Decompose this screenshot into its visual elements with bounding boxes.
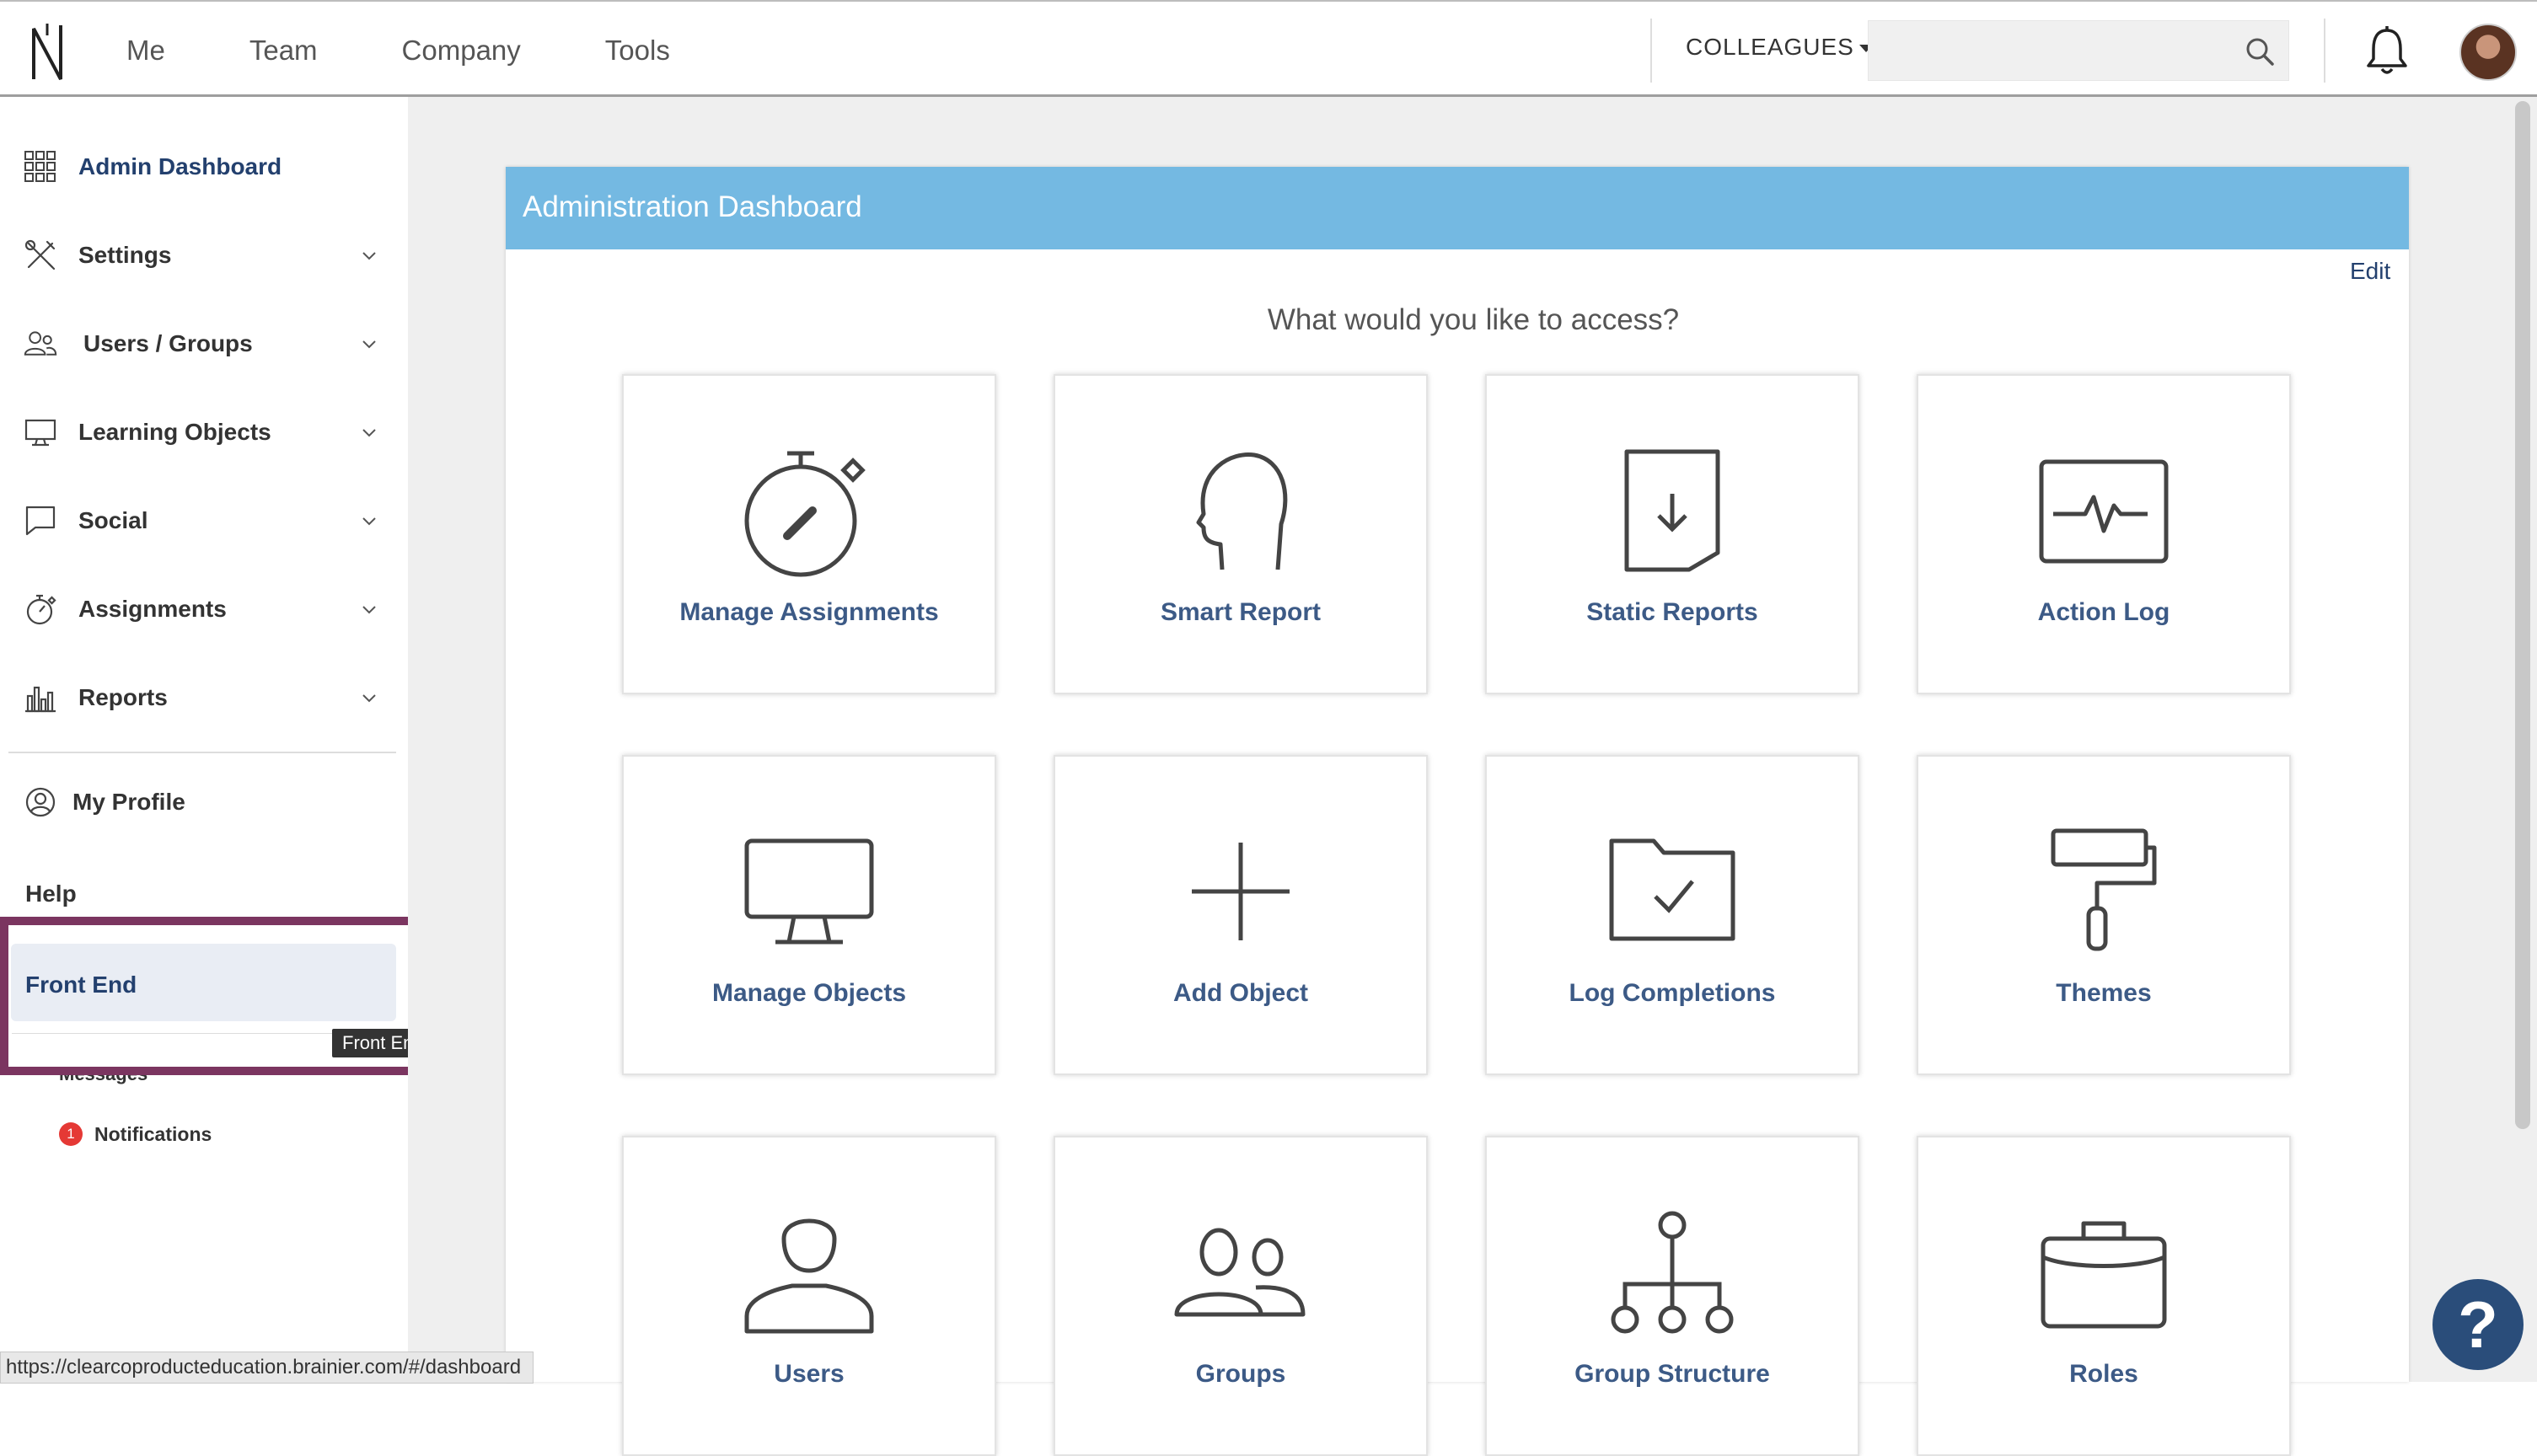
hierarchy-icon bbox=[1611, 1211, 1734, 1334]
search-box bbox=[1868, 20, 2289, 81]
brand-logo[interactable] bbox=[25, 20, 69, 84]
tile-groups[interactable]: Groups bbox=[1054, 1136, 1428, 1456]
tile-label: Smart Report bbox=[1160, 598, 1322, 626]
briefcase-icon bbox=[2041, 1221, 2167, 1329]
head-icon bbox=[1196, 452, 1288, 570]
status-bar-url: https://clearcoproducteducation.brainier… bbox=[0, 1352, 534, 1384]
tile-log-completions[interactable]: Log Completions bbox=[1485, 755, 1859, 1075]
sidebar-item-my-profile[interactable]: My Profile bbox=[0, 764, 396, 840]
monitor-icon bbox=[24, 419, 56, 447]
sidebar-item-label: Learning Objects bbox=[78, 419, 271, 445]
sidebar-item-learning-objects[interactable]: Learning Objects bbox=[0, 394, 396, 470]
tile-label: Log Completions bbox=[1569, 979, 1776, 1007]
tile-static-reports[interactable]: Static Reports bbox=[1485, 374, 1859, 694]
sidebar-item-label: Admin Dashboard bbox=[78, 153, 282, 179]
nav-team[interactable]: Team bbox=[249, 35, 318, 67]
profile-icon bbox=[25, 787, 56, 817]
tile-label: Roles bbox=[2069, 1360, 2138, 1388]
search-icon[interactable] bbox=[2245, 36, 2275, 67]
sidebar-item-label: Settings bbox=[78, 242, 172, 268]
monitor-icon bbox=[744, 838, 874, 945]
nav-tools[interactable]: Tools bbox=[605, 35, 670, 67]
help-button[interactable]: ? bbox=[2432, 1279, 2524, 1370]
colleagues-dropdown[interactable]: COLLEAGUES bbox=[1686, 34, 1873, 61]
sidebar-item-label: My Profile bbox=[72, 789, 185, 815]
download-doc-icon bbox=[1624, 449, 1720, 572]
plus-icon bbox=[1192, 843, 1290, 940]
sidebar-divider bbox=[8, 752, 396, 753]
chat-icon bbox=[25, 506, 56, 536]
panel-title: Administration Dashboard bbox=[523, 190, 862, 223]
top-navbar: Me Team Company Tools COLLEAGUES bbox=[0, 0, 2537, 97]
tile-action-log[interactable]: Action Log bbox=[1917, 374, 2291, 694]
tile-manage-assignments[interactable]: Manage Assignments bbox=[622, 374, 996, 694]
tile-add-object[interactable]: Add Object bbox=[1054, 755, 1428, 1075]
grid-icon bbox=[24, 151, 56, 182]
user-avatar[interactable] bbox=[2459, 24, 2517, 81]
chevron-down-icon bbox=[362, 694, 376, 703]
bell-icon[interactable] bbox=[2363, 25, 2411, 76]
stopwatch-icon bbox=[744, 451, 866, 577]
sidebar-item-notifications[interactable]: 1 Notifications bbox=[59, 1122, 212, 1146]
nav-company[interactable]: Company bbox=[402, 35, 521, 67]
pulse-icon bbox=[2039, 459, 2169, 564]
folder-check-icon bbox=[1609, 838, 1735, 941]
sidebar: Admin Dashboard Settings Users / Groups bbox=[0, 97, 408, 1382]
notification-count-badge: 1 bbox=[59, 1122, 83, 1146]
tile-users[interactable]: Users bbox=[622, 1136, 996, 1456]
chevron-down-icon bbox=[362, 429, 376, 437]
sidebar-item-label: Assignments bbox=[78, 596, 227, 622]
tile-label: Users bbox=[774, 1360, 845, 1388]
tile-label: Themes bbox=[2056, 979, 2152, 1007]
sidebar-item-label: Social bbox=[78, 507, 148, 533]
sidebar-item-admin-dashboard[interactable]: Admin Dashboard bbox=[0, 129, 396, 205]
colleagues-label: COLLEAGUES bbox=[1686, 34, 1854, 60]
notifications-label: Notifications bbox=[94, 1122, 212, 1145]
edit-link[interactable]: Edit bbox=[2350, 258, 2390, 285]
tile-label: Manage Objects bbox=[711, 979, 907, 1007]
help-section-label[interactable]: Help bbox=[25, 881, 77, 907]
paint-roller-icon bbox=[2051, 828, 2157, 951]
group-icon bbox=[1174, 1228, 1306, 1317]
chevron-down-icon bbox=[362, 340, 376, 349]
sidebar-item-settings[interactable]: Settings bbox=[0, 217, 396, 293]
tile-smart-report[interactable]: Smart Report bbox=[1054, 374, 1428, 694]
highlight-annotation bbox=[0, 917, 470, 1075]
user-icon bbox=[744, 1218, 874, 1334]
tools-icon bbox=[24, 239, 56, 270]
nav-divider-2 bbox=[2324, 19, 2325, 83]
main-nav: Me Team Company Tools bbox=[126, 2, 754, 99]
sidebar-item-social[interactable]: Social bbox=[0, 483, 396, 559]
chevron-down-icon bbox=[362, 517, 376, 526]
tile-themes[interactable]: Themes bbox=[1917, 755, 2291, 1075]
bar-chart-icon bbox=[25, 686, 56, 713]
nav-divider bbox=[1650, 19, 1652, 83]
tile-manage-objects[interactable]: Manage Objects bbox=[622, 755, 996, 1075]
chevron-down-icon bbox=[362, 606, 376, 614]
nav-me[interactable]: Me bbox=[126, 35, 165, 67]
sidebar-item-reports[interactable]: Reports bbox=[0, 660, 396, 736]
tile-group-structure[interactable]: Group Structure bbox=[1485, 1136, 1859, 1456]
tile-roles[interactable]: Roles bbox=[1917, 1136, 2291, 1456]
page-scrollbar[interactable] bbox=[2515, 101, 2530, 1129]
tile-label: Groups bbox=[1195, 1360, 1286, 1388]
access-prompt: What would you like to access? bbox=[1267, 303, 1680, 336]
stopwatch-icon bbox=[26, 594, 56, 625]
sidebar-item-assignments[interactable]: Assignments bbox=[0, 571, 396, 647]
tile-label: Add Object bbox=[1172, 979, 1308, 1007]
sidebar-item-label: Reports bbox=[78, 684, 168, 710]
tile-label: Group Structure bbox=[1574, 1360, 1770, 1388]
tile-label: Static Reports bbox=[1586, 598, 1758, 626]
tile-label: Manage Assignments bbox=[679, 598, 939, 626]
search-input[interactable] bbox=[1869, 21, 2256, 78]
chevron-down-icon bbox=[362, 252, 376, 260]
tile-label: Action Log bbox=[2037, 598, 2170, 626]
